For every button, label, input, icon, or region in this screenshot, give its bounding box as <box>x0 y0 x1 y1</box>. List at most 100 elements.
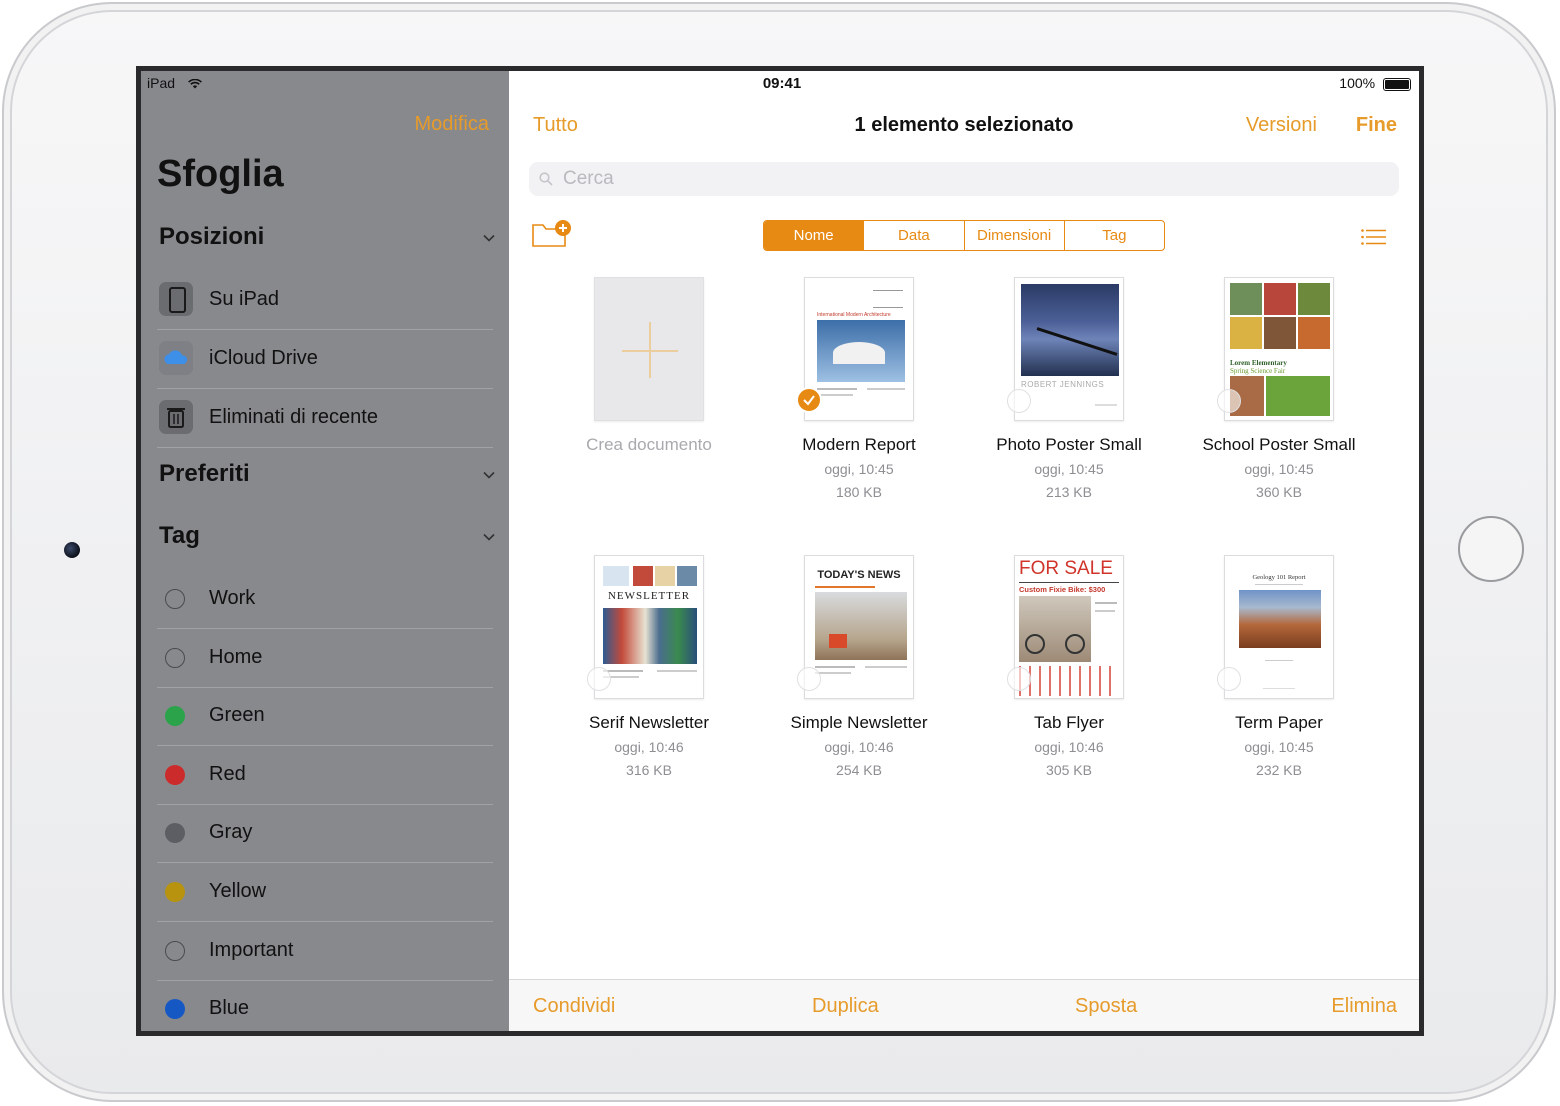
status-time: 09:41 <box>762 75 802 92</box>
document-name: Simple Newsletter <box>790 713 928 732</box>
document-name: Term Paper <box>1235 713 1323 732</box>
document-tile[interactable]: Lorem Elementary Spring Science Fair Sch… <box>1174 277 1384 507</box>
sort-by-name[interactable]: Nome <box>764 221 864 250</box>
tag-label: Work <box>209 587 256 609</box>
create-document-tile[interactable]: Crea documento <box>544 277 754 507</box>
tag-circle-icon <box>165 589 185 609</box>
chevron-down-icon[interactable] <box>483 531 495 543</box>
tag-circle-icon <box>165 941 185 961</box>
selection-circle[interactable] <box>797 667 821 691</box>
selection-circle[interactable] <box>1007 667 1031 691</box>
section-favorites[interactable]: Preferiti <box>159 460 250 488</box>
versions-button[interactable]: Versioni <box>1246 114 1317 137</box>
document-size: 232 KB <box>1256 762 1302 778</box>
section-locations[interactable]: Posizioni <box>159 223 264 251</box>
chevron-down-icon[interactable] <box>483 469 495 481</box>
tag-label: Important <box>209 939 294 961</box>
sort-by-size[interactable]: Dimensioni <box>963 221 1064 250</box>
device-label: iPad <box>147 75 176 91</box>
sort-by-date[interactable]: Data <box>863 221 963 250</box>
document-size: 305 KB <box>1046 762 1092 778</box>
document-date: oggi, 10:45 <box>1244 461 1314 477</box>
sidebar-title: Sfoglia <box>157 153 284 195</box>
sidebar: iPad Modifica Sfoglia Posizioni Su iPad <box>141 71 509 1031</box>
tag-label: Green <box>209 704 265 726</box>
tag-circle-icon <box>165 648 185 668</box>
tag-label: Home <box>209 646 263 668</box>
sidebar-item-label: Eliminati di recente <box>209 406 378 428</box>
thumb-text: FOR SALE <box>1019 558 1113 579</box>
tag-dot-icon <box>165 823 185 843</box>
sidebar-tag-important[interactable]: Important <box>157 922 493 981</box>
home-button[interactable] <box>1458 516 1524 582</box>
sidebar-tag-yellow[interactable]: Yellow <box>157 863 493 922</box>
thumb-text: TODAY'S NEWS <box>817 569 901 581</box>
sidebar-item-recently-deleted[interactable]: Eliminati di recente <box>157 389 493 448</box>
bottom-toolbar: Condividi Duplica Sposta Elimina <box>509 979 1419 1031</box>
sidebar-item-on-ipad[interactable]: Su iPad <box>157 271 493 330</box>
search-icon <box>539 172 553 186</box>
status-device: iPad <box>147 75 203 91</box>
tag-label: Yellow <box>209 880 267 902</box>
thumb-text: NEWSLETTER <box>607 590 691 602</box>
battery-icon <box>1383 77 1411 91</box>
sidebar-item-label: iCloud Drive <box>209 347 318 369</box>
sidebar-tag-blue[interactable]: Blue <box>157 980 493 1031</box>
document-date: oggi, 10:46 <box>1034 739 1104 755</box>
selection-circle[interactable] <box>1217 667 1241 691</box>
chevron-down-icon[interactable] <box>483 232 495 244</box>
document-size: 316 KB <box>626 762 672 778</box>
document-tile[interactable]: International Modern Architecture Modern… <box>754 277 964 507</box>
sidebar-tag-red[interactable]: Red <box>157 746 493 805</box>
section-tags[interactable]: Tag <box>159 522 200 550</box>
document-tile[interactable]: FOR SALE Custom Fixie Bike: $300 Tab Fly… <box>964 555 1174 785</box>
tag-dot-icon <box>165 765 185 785</box>
document-size: 180 KB <box>836 484 882 500</box>
thumb-text: Geology 101 Report <box>1252 574 1306 581</box>
sidebar-tag-gray[interactable]: Gray <box>157 804 493 863</box>
document-name: Photo Poster Small <box>996 435 1142 454</box>
selection-circle[interactable] <box>1007 389 1031 413</box>
move-button[interactable]: Sposta <box>1075 995 1137 1018</box>
sidebar-tag-green[interactable]: Green <box>157 687 493 746</box>
duplicate-button[interactable]: Duplica <box>812 995 879 1018</box>
done-button[interactable]: Fine <box>1356 114 1397 137</box>
plus-icon <box>594 277 704 421</box>
document-name: Modern Report <box>802 435 916 454</box>
tag-dot-icon <box>165 882 185 902</box>
screen-bezel: iPad Modifica Sfoglia Posizioni Su iPad <box>136 66 1424 1036</box>
new-folder-icon[interactable] <box>531 219 573 249</box>
sort-segmented-control[interactable]: Nome Data Dimensioni Tag <box>763 220 1165 251</box>
delete-button[interactable]: Elimina <box>1331 995 1397 1018</box>
document-tile[interactable]: NEWSLETTER Serif Newsletter oggi, 10:46 … <box>544 555 754 785</box>
document-size: 213 KB <box>1046 484 1092 500</box>
tag-dot-icon <box>165 999 185 1019</box>
sidebar-item-icloud-drive[interactable]: iCloud Drive <box>157 330 493 389</box>
selection-circle[interactable] <box>1217 389 1241 413</box>
trash-icon <box>159 400 193 434</box>
document-browser: 09:41 100% Tutto 1 elemento selezionato … <box>509 71 1419 1031</box>
share-button[interactable]: Condividi <box>533 995 615 1018</box>
sort-by-tag[interactable]: Tag <box>1063 221 1164 250</box>
checkmark-icon[interactable] <box>796 387 822 413</box>
edit-button[interactable]: Modifica <box>415 113 489 136</box>
document-name: Serif Newsletter <box>589 713 709 732</box>
document-tile[interactable]: Geology 101 Report Term Paper oggi, 10:4… <box>1174 555 1384 785</box>
tag-label: Gray <box>209 821 253 843</box>
search-bar[interactable] <box>529 162 1399 196</box>
sidebar-tag-work[interactable]: Work <box>157 570 493 629</box>
document-tile[interactable]: ROBERT JENNINGS Photo Poster Small oggi,… <box>964 277 1174 507</box>
document-size: 254 KB <box>836 762 882 778</box>
search-input[interactable] <box>561 167 1265 191</box>
wifi-icon <box>187 79 202 89</box>
document-date: oggi, 10:45 <box>1244 739 1314 755</box>
sidebar-tag-home[interactable]: Home <box>157 629 493 688</box>
status-battery: 100% <box>1339 75 1411 91</box>
ipad-icon <box>159 282 193 316</box>
sidebar-item-label: Su iPad <box>209 288 280 310</box>
document-date: oggi, 10:46 <box>614 739 684 755</box>
document-tile[interactable]: TODAY'S NEWS Simple Newsletter oggi, 10:… <box>754 555 964 785</box>
list-view-icon[interactable] <box>1361 229 1387 245</box>
selection-circle[interactable] <box>587 667 611 691</box>
document-name: Tab Flyer <box>1034 713 1104 732</box>
